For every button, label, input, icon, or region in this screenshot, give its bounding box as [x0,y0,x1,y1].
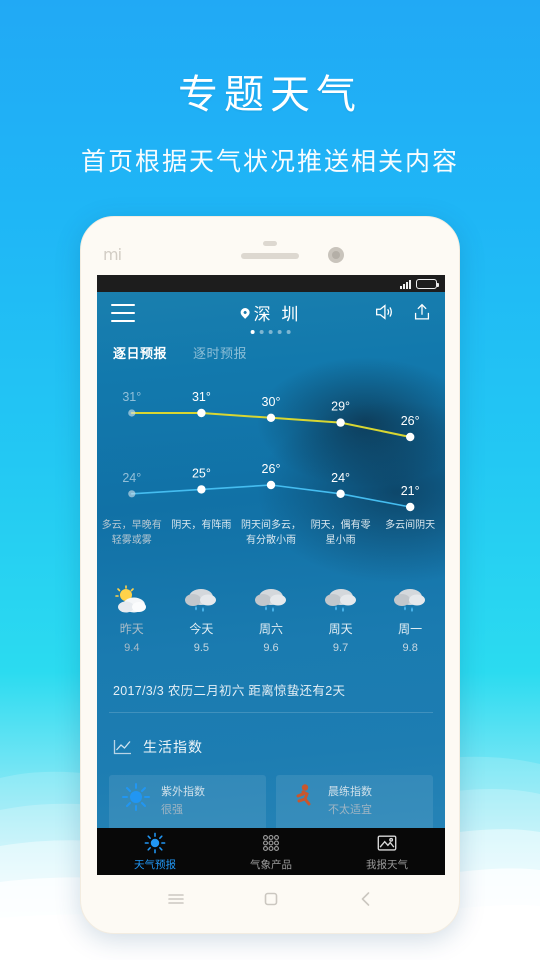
weather-desc: 多云间阴天 [385,520,436,531]
front-camera-icon [328,247,344,263]
weather-icon-row [97,580,445,620]
forecast-day[interactable]: 昨天 9.4 [97,620,167,654]
forecast-day-row: 昨天 9.4 今天 9.5 周六 9.6 周天 9.7 周一 9.8 [97,620,445,654]
tab-daily-forecast[interactable]: 逐日预报 [113,343,167,362]
grid-dots-icon [262,834,280,851]
day-name: 昨天 [119,622,144,636]
sun-cloud-icon [114,585,146,613]
day-date: 9.5 [193,642,210,654]
forecast-day[interactable]: 周六 9.6 [236,620,306,654]
svg-text:21°: 21° [401,484,420,498]
rain-cloud-icon [254,589,286,612]
app-header: 深 圳 [97,292,445,338]
weather-desc: 阴天，有阵雨 [171,520,232,531]
card-label: 紫外指数 [161,786,205,798]
svg-text:26°: 26° [401,414,420,428]
svg-text:25°: 25° [192,466,211,480]
weather-icon-cell [97,580,167,620]
svg-text:31°: 31° [122,390,141,404]
page-subtitle: 首页根据天气状况推送相关内容 [80,148,459,176]
date-lunar-line: 2017/3/3 农历二月初六 距离惊蛰还有2天 [113,684,346,698]
weather-icon-cell [306,580,376,620]
app-bottom-nav: 天气预报 气象产品 我报天气 [97,828,445,875]
menu-button[interactable] [111,304,135,322]
city-name: 深 圳 [253,305,302,324]
weather-desc: 多云，早晚有轻雾或雾 [101,520,162,546]
signal-bars-icon [400,279,411,289]
day-date: 9.8 [402,642,418,654]
nav-item-report-weather[interactable]: 我报天气 [329,828,445,875]
card-value: 不太适宜 [328,804,372,816]
weather-description-row: 多云，早晚有轻雾或雾 阴天，有阵雨 阴天间多云，有分散小雨 阴天，偶有零星小雨 … [97,518,445,580]
android-softkeys [81,875,461,923]
run-icon [296,784,311,806]
svg-text:30°: 30° [262,395,281,409]
share-upload-icon[interactable] [411,301,433,323]
nav-item-weather-forecast[interactable]: 天气预报 [97,828,213,875]
earpiece-speaker-icon [241,253,299,259]
forecast-day[interactable]: 周一 9.8 [375,620,445,654]
svg-text:24°: 24° [122,471,141,485]
city-selector[interactable]: 深 圳 [238,300,302,334]
card-label: 晨练指数 [328,786,372,798]
nav-label: 天气预报 [134,858,176,871]
promo-headline: 专题天气 首页根据天气状况推送相关内容 [0,62,540,178]
forecast-day[interactable]: 今天 9.5 [167,620,237,654]
life-index-card[interactable]: 晨练指数 不太适宜 [276,775,433,835]
rain-cloud-icon [324,589,356,612]
day-name: 周一 [398,622,423,636]
day-date: 9.4 [124,642,140,654]
phone-mockup: mi 深 圳 逐日预报 逐时预报 31° 31° 30° 29° 26° 24°… [80,216,460,934]
page-title: 专题天气 [178,73,362,117]
day-name: 周六 [258,622,283,636]
day-name: 今天 [189,622,214,636]
weather-icon-cell [167,580,237,620]
nav-label: 我报天气 [366,858,408,871]
life-index-header: 生活指数 [113,737,203,757]
temperature-chart: 31° 31° 30° 29° 26° 24° 25° 26° 24° 21° [122,390,420,512]
speaker-icon[interactable] [373,301,395,323]
weather-icon-cell [375,580,445,620]
line-chart-icon [113,740,131,755]
life-index-card[interactable]: 紫外指数 很强 [109,775,266,835]
rain-cloud-icon [185,589,217,612]
location-pin-icon [238,306,252,319]
proximity-sensor-icon [263,241,277,246]
nav-label: 气象产品 [250,858,292,871]
sun-icon [144,832,166,853]
menu-key-icon[interactable] [166,889,186,909]
svg-text:24°: 24° [331,471,350,485]
tab-hourly-forecast[interactable]: 逐时预报 [193,343,247,362]
uv-icon [122,783,150,811]
battery-icon [416,278,439,289]
phone-screen: 深 圳 逐日预报 逐时预报 31° 31° 30° 29° 26° 24° 25… [97,275,445,875]
day-name: 周天 [328,622,353,636]
rain-cloud-icon [394,589,426,612]
life-index-cards: 紫外指数 很强 晨练指数 不太适宜 [109,775,433,835]
section-divider [109,712,433,713]
page-indicator-dots [241,330,302,334]
day-date: 9.7 [332,642,349,654]
weather-desc: 阴天间多云，有分散小雨 [240,520,301,546]
svg-text:26°: 26° [262,462,281,476]
svg-text:29°: 29° [331,400,350,414]
back-key-icon[interactable] [356,889,376,909]
svg-text:31°: 31° [192,390,211,404]
life-index-label: 生活指数 [143,739,203,755]
phone-top-bezel: mi [81,217,459,275]
home-key-icon[interactable] [261,889,281,909]
status-bar [97,275,445,292]
weather-desc: 阴天，偶有零星小雨 [310,520,371,546]
weather-icon-cell [236,580,306,620]
nav-item-weather-products[interactable]: 气象产品 [213,828,329,875]
photo-icon [377,834,397,851]
mi-logo: mi [103,245,122,264]
card-value: 很强 [161,804,183,816]
forecast-tabs: 逐日预报 逐时预报 [113,343,247,362]
day-date: 9.6 [263,642,279,654]
forecast-day[interactable]: 周天 9.7 [306,620,376,654]
